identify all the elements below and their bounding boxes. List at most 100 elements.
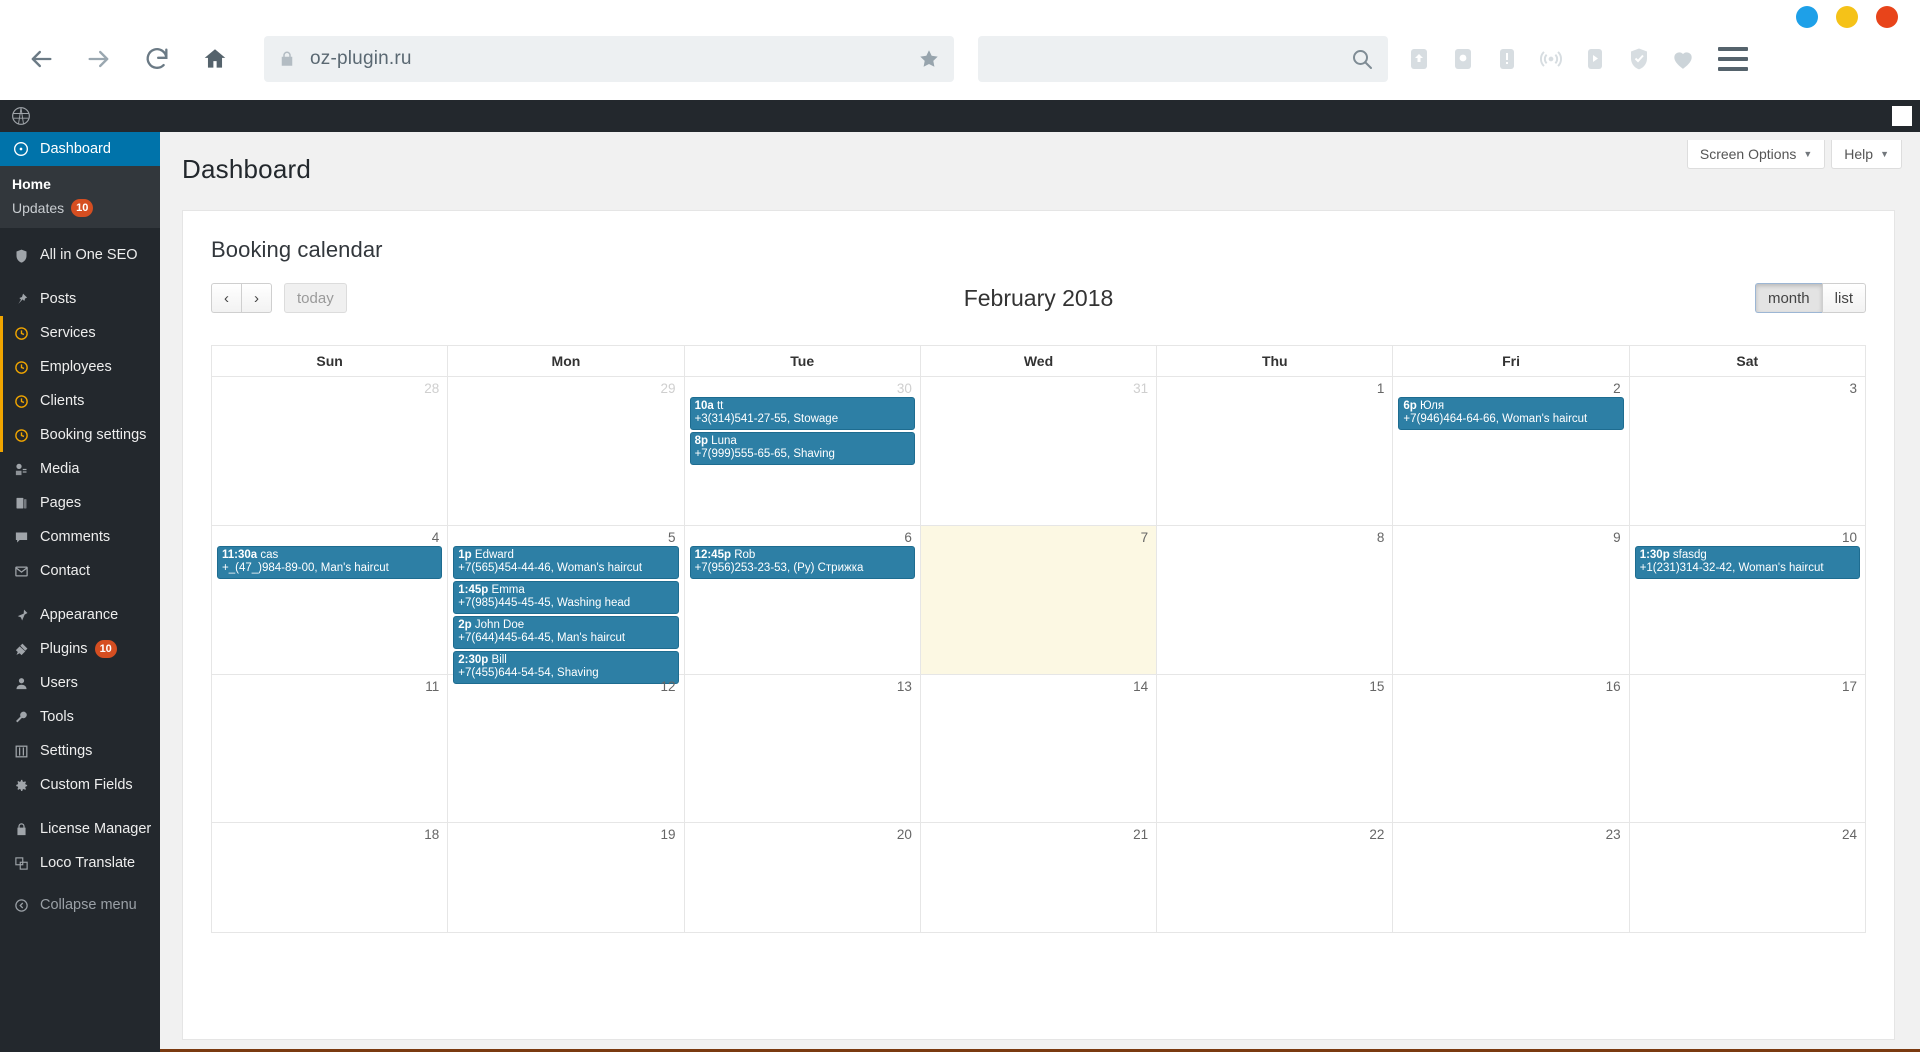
calendar-day-cell[interactable]: 11 (212, 675, 449, 822)
calendar-day-cell[interactable]: 19 (448, 823, 685, 932)
screen-options-label: Screen Options (1699, 146, 1797, 162)
search-input[interactable] (992, 49, 1350, 69)
calendar-day-number: 17 (1841, 679, 1857, 694)
back-arrow-icon[interactable] (18, 36, 64, 82)
sidebar-item-tools[interactable]: Tools (0, 700, 160, 734)
sidebar-item-appearance[interactable]: Appearance (0, 598, 160, 632)
sidebar-item-pages[interactable]: Pages (0, 486, 160, 520)
calendar-day-cell[interactable]: 9 (1393, 526, 1630, 674)
save-page-icon[interactable] (1582, 44, 1608, 74)
sidebar-item-collapse-menu[interactable]: Collapse menu (0, 888, 160, 922)
event-subtitle: +7(985)445-45-45, Washing head (458, 597, 631, 609)
calendar-day-number: 19 (660, 827, 676, 842)
shield-check-icon[interactable] (1626, 44, 1652, 74)
calendar-event[interactable]: 8p Luna +7(999)555-65-65, Shaving (689, 432, 915, 465)
calendar-day-cell[interactable]: 31 (921, 377, 1158, 525)
camera-icon[interactable] (1450, 44, 1476, 74)
upload-icon[interactable] (1406, 44, 1432, 74)
calendar-day-number: 4 (431, 530, 440, 545)
calendar-day-cell[interactable]: 12 (448, 675, 685, 822)
calendar-event[interactable]: 11:30a cas +_(47_)984-89-00, Man's haircu… (217, 546, 443, 579)
calendar-event[interactable]: 2p John Doe +7(644)445-64-45, Man's hairc… (453, 616, 679, 649)
calendar-day-cell[interactable]: 6 12:45p Rob +7(956)253-23-53, (Ру) Стрижк… (685, 526, 921, 674)
sidebar-item-license-manager[interactable]: License Manager (0, 812, 160, 846)
url-text: oz-plugin.ru (310, 48, 412, 69)
calendar-view-list-button[interactable]: list (1821, 283, 1866, 313)
sidebar-subitem-updates[interactable]: Updates 10 (12, 196, 160, 220)
sidebar-item-posts[interactable]: Posts (0, 282, 160, 316)
calendar-event[interactable]: 12:45p Rob +7(956)253-23-53, (Ру) Стрижка (689, 546, 915, 579)
broadcast-icon[interactable] (1538, 44, 1564, 74)
calendar-day-cell[interactable]: 4 11:30a cas +_(47_)984-89-00, Man's hairc… (212, 526, 449, 674)
calendar-day-cell[interactable]: 16 (1393, 675, 1630, 822)
sidebar-item-all-in-one-seo[interactable]: All in One SEO (0, 238, 160, 272)
sidebar-item-dashboard[interactable]: Dashboard (0, 132, 168, 166)
sidebar-item-loco-translate[interactable]: Loco Translate (0, 846, 160, 880)
window-close-dot[interactable] (1876, 6, 1898, 28)
sidebar-item-media[interactable]: Media (0, 452, 160, 486)
sidebar-item-comments[interactable]: Comments (0, 520, 160, 554)
calendar-day-cell[interactable]: 29 (448, 377, 685, 525)
sidebar-item-employees[interactable]: Employees (0, 350, 160, 384)
calendar-day-number: 21 (1133, 827, 1149, 842)
calendar-event[interactable]: 1p Edward +7(565)454-44-46, Woman's hairc… (453, 546, 679, 579)
reload-icon[interactable] (134, 36, 180, 82)
calendar-event[interactable]: 6p Юля +7(946)464-64-66, Woman's haircut (1398, 397, 1624, 430)
sidebar-item-plugins[interactable]: Plugins 10 (0, 632, 160, 666)
sidebar-item-custom-fields[interactable]: Custom Fields (0, 768, 160, 802)
calendar-event[interactable]: 1:30p sfasdg +1(231)314-32-42, Woman's ha… (1634, 546, 1860, 579)
wordpress-logo-icon[interactable] (0, 106, 42, 126)
calendar-day-cell[interactable]: 3 (1630, 377, 1865, 525)
calendar-view-group: month list (1754, 283, 1866, 313)
calendar-day-cell[interactable]: 10 1:30p sfasdg +1(231)314-32-42, Woman's … (1630, 526, 1865, 674)
home-icon[interactable] (192, 36, 238, 82)
main-content: Screen Options ▼ Help ▼ Dashboard Bookin… (160, 132, 1920, 1052)
screen-options-button[interactable]: Screen Options ▼ (1686, 140, 1826, 169)
alert-icon[interactable] (1494, 44, 1520, 74)
window-maximize-dot[interactable] (1836, 6, 1858, 28)
sidebar-subitem-home[interactable]: Home (12, 172, 160, 196)
sidebar-item-clients[interactable]: Clients (0, 384, 160, 418)
calendar-day-cell[interactable]: 8 (1157, 526, 1394, 674)
help-button[interactable]: Help ▼ (1831, 140, 1902, 169)
calendar-day-header: Sat (1736, 353, 1759, 369)
calendar-day-cell[interactable]: 24 (1630, 823, 1865, 932)
calendar-day-cell[interactable]: 15 (1157, 675, 1394, 822)
calendar-day-number: 24 (1841, 827, 1857, 842)
heart-icon[interactable] (1670, 44, 1696, 74)
calendar-day-cell[interactable]: 2 6p Юля +7(946)464-64-66, Woman's haircut (1393, 377, 1630, 525)
search-icon[interactable] (1350, 47, 1374, 71)
sidebar-item-label: Tools (40, 709, 74, 725)
calendar-day-cell[interactable]: 22 (1157, 823, 1394, 932)
forward-arrow-icon[interactable] (76, 36, 122, 82)
address-bar[interactable]: oz-plugin.ru (264, 36, 954, 82)
calendar-day-cell[interactable]: 21 (921, 823, 1158, 932)
calendar-day-cell[interactable]: 30 10a tt +3(314)541-27-55, Stowage 8p Luna… (685, 377, 921, 525)
calendar-day-cell[interactable]: 17 (1630, 675, 1865, 822)
event-title: Emma (488, 584, 525, 596)
sidebar-item-booking-settings[interactable]: Booking settings (0, 418, 160, 452)
sidebar-item-settings[interactable]: Settings (0, 734, 160, 768)
calendar-day-cell[interactable]: 1 (1157, 377, 1394, 525)
calendar-day-cell[interactable]: 13 (685, 675, 921, 822)
sidebar-item-label: Contact (40, 563, 90, 579)
calendar-day-cell[interactable]: 7 (920, 526, 1158, 674)
window-minimize-dot[interactable] (1796, 6, 1818, 28)
sidebar-item-services[interactable]: Services (0, 316, 160, 350)
calendar-day-cell[interactable]: 28 (212, 377, 449, 525)
star-icon[interactable] (918, 48, 940, 70)
calendar-day-cell[interactable]: 5 1p Edward +7(565)454-44-46, Woman's hair… (448, 526, 685, 684)
calendar-day-number: 30 (896, 381, 912, 396)
sidebar-item-contact[interactable]: Contact (0, 554, 160, 588)
calendar-day-number: 20 (896, 827, 912, 842)
sidebar-item-users[interactable]: Users (0, 666, 160, 700)
calendar-day-cell[interactable]: 23 (1393, 823, 1630, 932)
calendar-event[interactable]: 1:45p Emma +7(985)445-45-45, Washing head (453, 581, 679, 614)
calendar-view-month-button[interactable]: month (1754, 283, 1822, 313)
calendar-day-cell[interactable]: 18 (212, 823, 449, 932)
calendar-event[interactable]: 10a tt +3(314)541-27-55, Stowage (689, 397, 915, 430)
hamburger-menu-icon[interactable] (1718, 47, 1748, 71)
browser-search-bar[interactable] (978, 36, 1388, 82)
calendar-day-cell[interactable]: 20 (685, 823, 921, 932)
calendar-day-cell[interactable]: 14 (921, 675, 1158, 822)
